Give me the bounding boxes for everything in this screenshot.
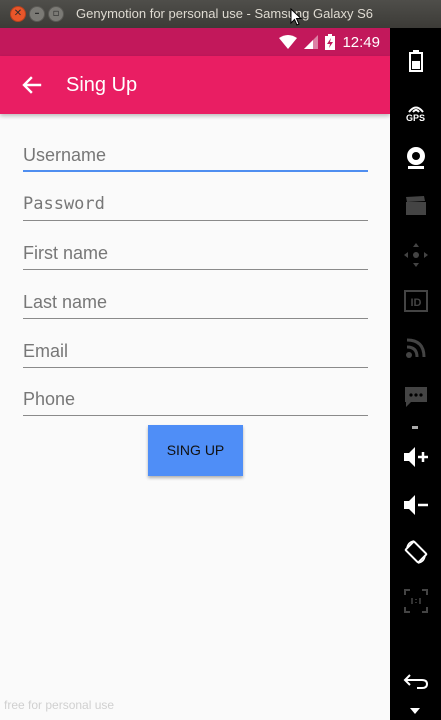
- separator-dots: [412, 426, 418, 429]
- message-icon: [404, 387, 427, 407]
- last-name-field[interactable]: Last name: [23, 286, 368, 319]
- battery-widget-button[interactable]: [390, 46, 441, 76]
- gps-signal-icon: [407, 106, 424, 113]
- app-bar: Sing Up: [0, 56, 390, 114]
- dpad-widget-button[interactable]: [390, 240, 441, 270]
- first-name-placeholder: First name: [23, 243, 109, 263]
- chevron-down-icon[interactable]: [410, 708, 420, 714]
- phone-placeholder: Phone: [23, 389, 76, 409]
- camera-widget-button[interactable]: [390, 143, 441, 173]
- last-name-placeholder: Last name: [23, 292, 108, 312]
- status-bar: 12:49: [0, 28, 390, 56]
- window-maximize-button[interactable]: ▫: [48, 6, 64, 22]
- window-close-button[interactable]: ✕: [10, 6, 26, 22]
- id-card-icon: ID: [403, 290, 428, 312]
- username-field[interactable]: Username: [23, 139, 368, 172]
- cast-widget-button[interactable]: [390, 333, 441, 363]
- maximize-icon: ▫: [52, 8, 60, 19]
- volume-up-button[interactable]: [390, 442, 441, 472]
- back-arrow-icon[interactable]: [18, 71, 46, 99]
- device-screen: 12:49 Sing Up Username Password First na…: [0, 28, 390, 720]
- gps-label: GPS: [405, 113, 425, 123]
- minimize-icon: –: [34, 8, 40, 19]
- password-field[interactable]: Password: [23, 188, 368, 221]
- back-nav-button[interactable]: [390, 666, 441, 696]
- window-title: Genymotion for personal use - Samsung Ga…: [76, 6, 373, 21]
- back-nav-icon: [403, 674, 428, 689]
- volume-down-icon: [403, 495, 428, 515]
- page-title: Sing Up: [66, 74, 138, 96]
- volume-up-icon: [403, 447, 428, 467]
- battery-icon: [408, 50, 423, 72]
- watermark-text: free for personal use: [4, 698, 115, 712]
- sign-up-button[interactable]: SING UP: [148, 425, 243, 476]
- email-placeholder: Email: [23, 341, 69, 361]
- cell-signal-icon: [304, 35, 319, 49]
- phone-field[interactable]: Phone: [23, 383, 368, 416]
- window-minimize-button[interactable]: –: [29, 6, 45, 22]
- webcam-icon: [406, 147, 425, 169]
- pixel-perfect-button[interactable]: [390, 586, 441, 616]
- rotate-button[interactable]: [390, 537, 441, 567]
- device-id-widget-button[interactable]: ID: [390, 286, 441, 316]
- close-icon: ✕: [13, 8, 23, 19]
- username-placeholder: Username: [23, 145, 107, 165]
- sms-widget-button[interactable]: [390, 382, 441, 412]
- clapperboard-icon: [405, 196, 426, 215]
- password-placeholder: Password: [23, 194, 105, 214]
- emulator-sidebar: GPS ID: [390, 28, 441, 720]
- first-name-field[interactable]: First name: [23, 237, 368, 270]
- rotate-icon: [404, 540, 427, 564]
- dpad-icon: [403, 243, 428, 267]
- capture-widget-button[interactable]: [390, 191, 441, 221]
- email-field[interactable]: Email: [23, 335, 368, 368]
- rss-cast-icon: [405, 338, 425, 358]
- status-time: 12:49: [342, 33, 380, 51]
- gps-widget-button[interactable]: GPS: [390, 98, 441, 128]
- scale-one-to-one-icon: [403, 589, 428, 613]
- mouse-cursor-icon: [290, 8, 302, 26]
- id-label: ID: [410, 297, 421, 309]
- volume-down-button[interactable]: [390, 490, 441, 520]
- window-titlebar: ✕ – ▫ Genymotion for personal use - Sams…: [0, 0, 441, 28]
- battery-charging-icon: [325, 34, 336, 50]
- wifi-icon: [279, 35, 298, 49]
